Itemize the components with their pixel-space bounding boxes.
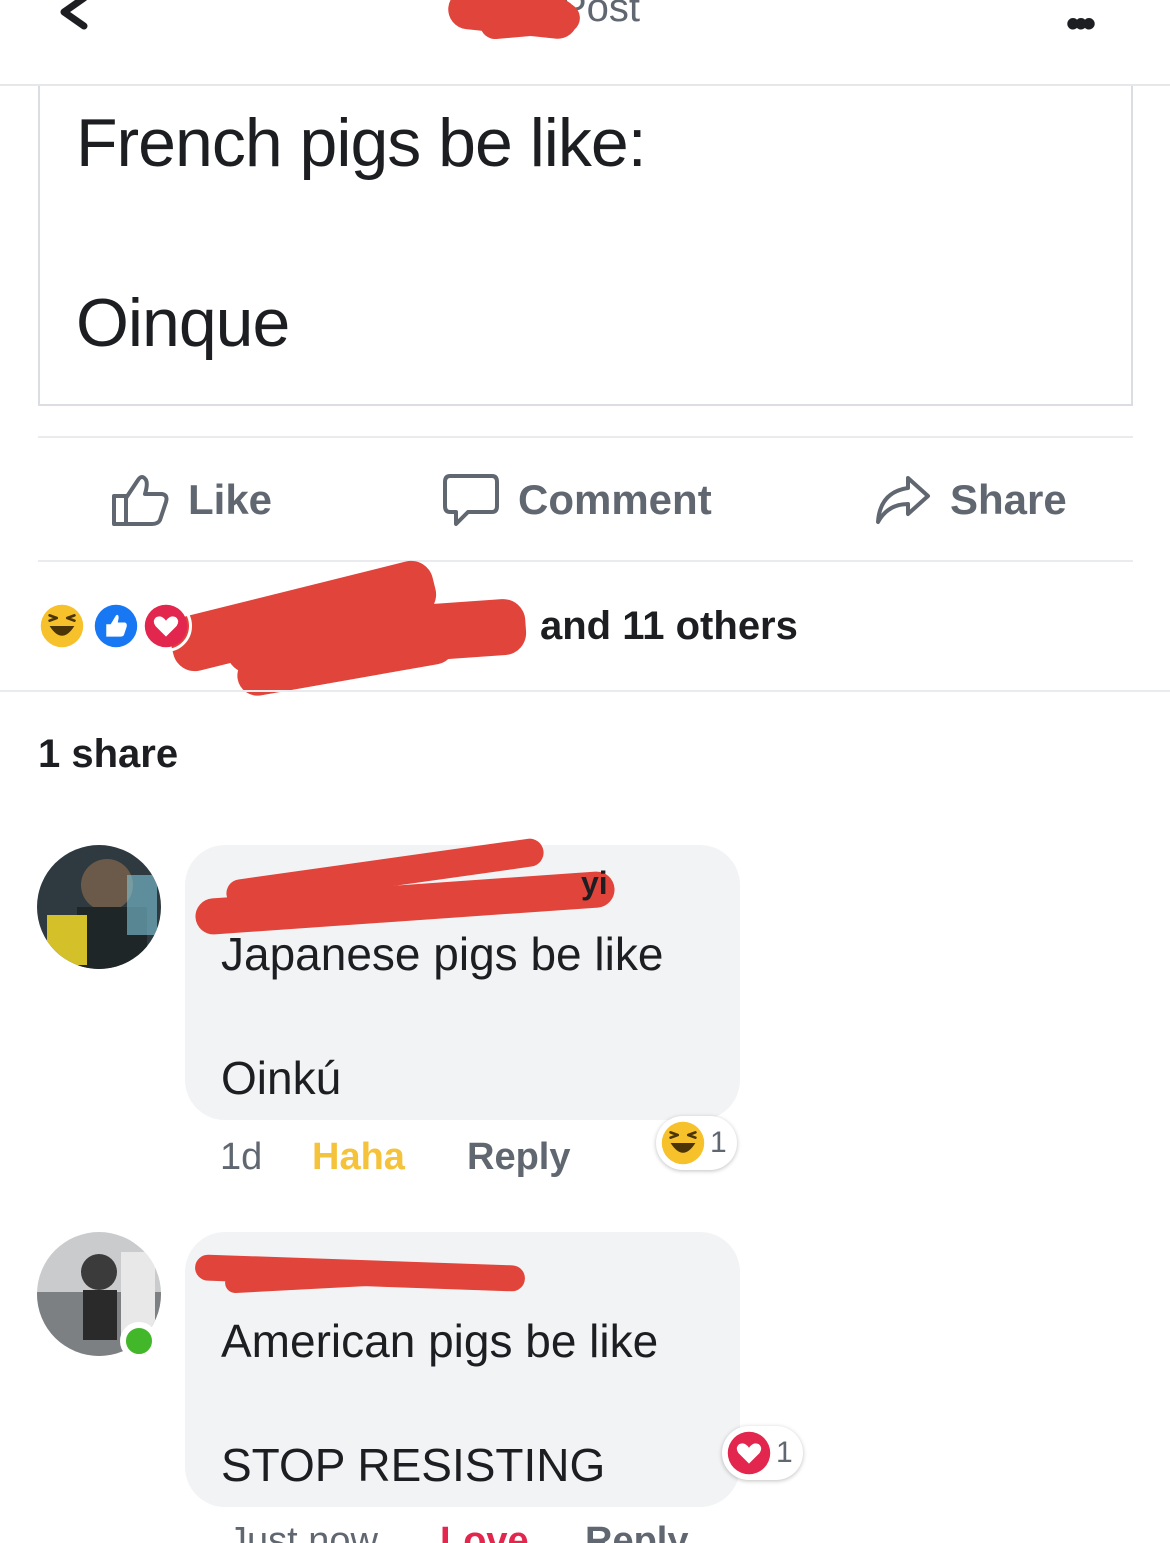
- love-reaction-icon: [140, 600, 192, 652]
- haha-reaction-icon: [36, 600, 88, 652]
- comment-reaction-badge[interactable]: 1: [656, 1116, 737, 1170]
- share-arrow-icon: [876, 476, 930, 524]
- divider: [38, 436, 1133, 438]
- online-status-dot: [120, 1322, 158, 1360]
- reply-button[interactable]: Reply: [467, 1136, 570, 1179]
- comment-button[interactable]: Comment: [442, 470, 712, 530]
- comment-text-line: STOP RESISTING: [221, 1439, 606, 1491]
- like-label: Like: [188, 476, 273, 523]
- reaction-link[interactable]: Love: [440, 1520, 529, 1543]
- comment-label: Comment: [518, 476, 712, 523]
- comment-author-tail: yi: [581, 865, 608, 901]
- reaction-count: 1: [776, 1436, 793, 1469]
- shares-count[interactable]: 1 share: [38, 732, 178, 777]
- post-content: French pigs be like: Oinque: [38, 86, 1133, 406]
- like-reaction-icon: [90, 600, 142, 652]
- thumbs-up-icon: [112, 475, 169, 526]
- comment-bubble: American pigs be like STOP RESISTING: [185, 1232, 740, 1507]
- post-header: Post •••: [0, 0, 1170, 86]
- avatar-photo: [37, 845, 161, 969]
- comment-bubble-icon: [443, 474, 499, 526]
- comment-text-line: Oinkú: [221, 1052, 342, 1104]
- reactions-others-text[interactable]: and 11 others: [540, 604, 798, 649]
- reaction-count: 1: [710, 1126, 727, 1159]
- reply-button[interactable]: Reply: [585, 1520, 688, 1543]
- comment-timestamp: 1d: [220, 1136, 263, 1178]
- love-reaction-icon: [727, 1431, 771, 1475]
- more-dots-icon[interactable]: •••: [1066, 2, 1096, 47]
- comment-timestamp: Just now: [228, 1520, 378, 1543]
- share-button[interactable]: Share: [872, 470, 1067, 530]
- chevron-left-icon[interactable]: [52, 0, 102, 40]
- post-text-line: French pigs be like:: [76, 105, 647, 181]
- like-button[interactable]: Like: [110, 470, 272, 530]
- comment-text-line: American pigs be like: [221, 1315, 659, 1367]
- comment-reaction-badge[interactable]: 1: [722, 1426, 803, 1480]
- divider: [38, 560, 1133, 562]
- post-text-line: Oinque: [76, 285, 290, 361]
- comment-text-line: Japanese pigs be like: [221, 928, 664, 980]
- divider: [0, 690, 1170, 692]
- haha-reaction-icon: [661, 1121, 705, 1165]
- comment-bubble: yi Japanese pigs be like Oinkú: [185, 836, 740, 1120]
- reaction-link[interactable]: Haha: [312, 1136, 405, 1179]
- share-label: Share: [950, 476, 1067, 523]
- avatar[interactable]: [37, 845, 161, 969]
